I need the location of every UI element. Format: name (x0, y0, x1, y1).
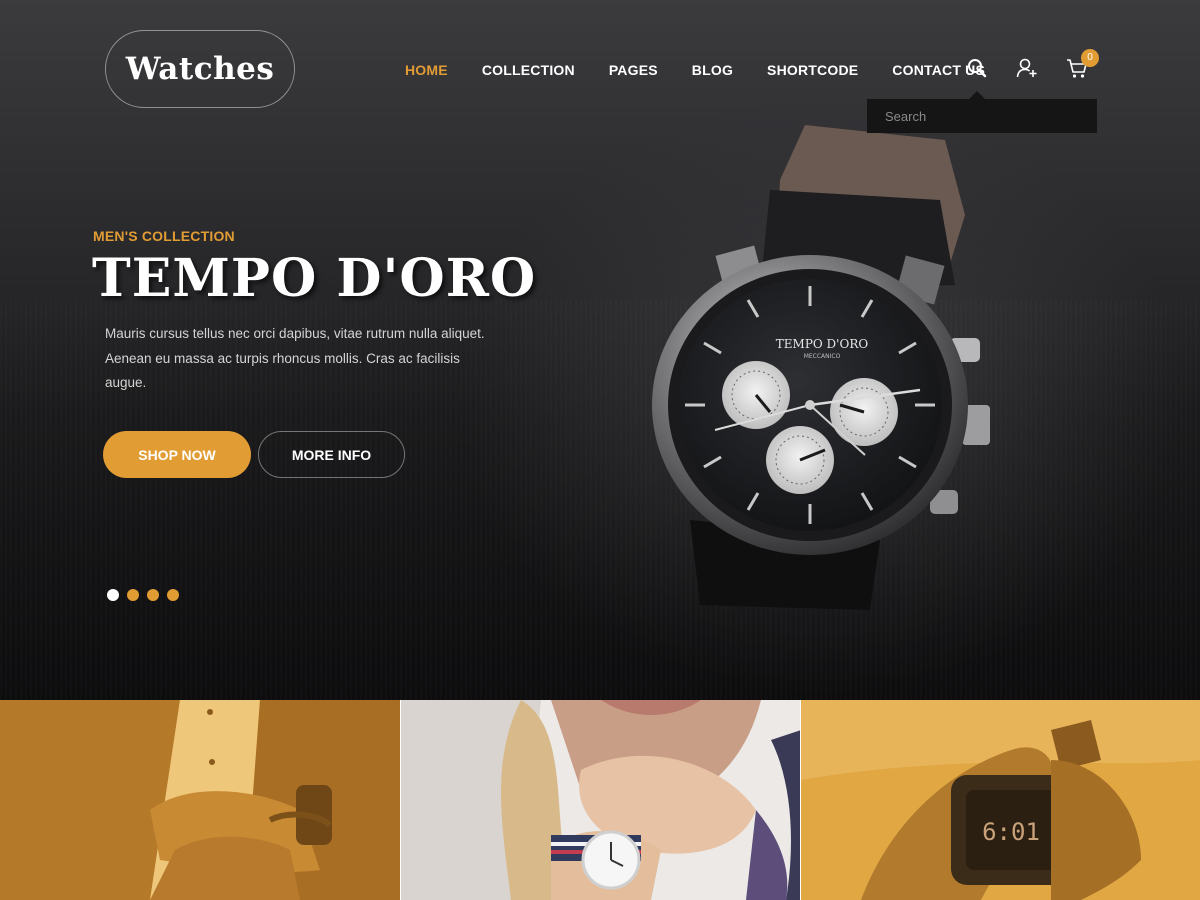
user-plus-icon[interactable] (1016, 57, 1038, 79)
nav-item-blog[interactable]: BLOG (692, 60, 733, 80)
nav-item-pages[interactable]: PAGES (609, 60, 658, 80)
hero-title: TEMPO D'ORO (92, 248, 537, 309)
hero-banner: TEMPO D'ORO MECCANICO Watches HOME COLLE… (0, 0, 1200, 700)
category-tiles: 6:01 (0, 700, 1200, 900)
woman-wristwatch-tile[interactable] (400, 700, 800, 900)
hero-watch-image: TEMPO D'ORO MECCANICO (652, 125, 990, 610)
cart-count-badge: 0 (1081, 49, 1099, 67)
hero-description: Mauris cursus tellus nec orci dapibus, v… (105, 326, 485, 390)
watch-dial-subbrand: MECCANICO (804, 353, 841, 360)
nav-item-home[interactable]: HOME (405, 60, 448, 80)
woman-wristwatch-image (401, 700, 800, 900)
suit-cufflink-image (0, 700, 400, 900)
main-nav: HOME COLLECTION PAGES BLOG SHORTCODE CON… (405, 60, 1019, 80)
search-icon[interactable] (966, 57, 988, 79)
logo-text: Watches (125, 51, 275, 87)
slider-dot-2[interactable] (127, 589, 139, 601)
hero-eyebrow: MEN'S COLLECTION (93, 228, 235, 244)
search-input[interactable] (867, 99, 1097, 133)
nav-item-shortcode[interactable]: SHORTCODE (767, 60, 858, 80)
digital-watch-tile[interactable]: 6:01 (800, 700, 1200, 900)
slider-dots (107, 589, 179, 601)
search-dropdown-caret (969, 91, 985, 99)
suit-cufflink-tile[interactable] (0, 700, 400, 900)
digital-watch-display: 6:01 (982, 818, 1040, 846)
shop-now-button[interactable]: SHOP NOW (103, 431, 251, 478)
more-info-button[interactable]: MORE INFO (258, 431, 405, 478)
nav-item-collection[interactable]: COLLECTION (482, 60, 575, 80)
watch-dial-brand: TEMPO D'ORO (776, 337, 869, 351)
site-logo[interactable]: Watches (105, 30, 295, 108)
digital-watch-image: 6:01 (801, 700, 1200, 900)
slider-dot-4[interactable] (167, 589, 179, 601)
slider-dot-3[interactable] (147, 589, 159, 601)
slider-dot-1[interactable] (107, 589, 119, 601)
